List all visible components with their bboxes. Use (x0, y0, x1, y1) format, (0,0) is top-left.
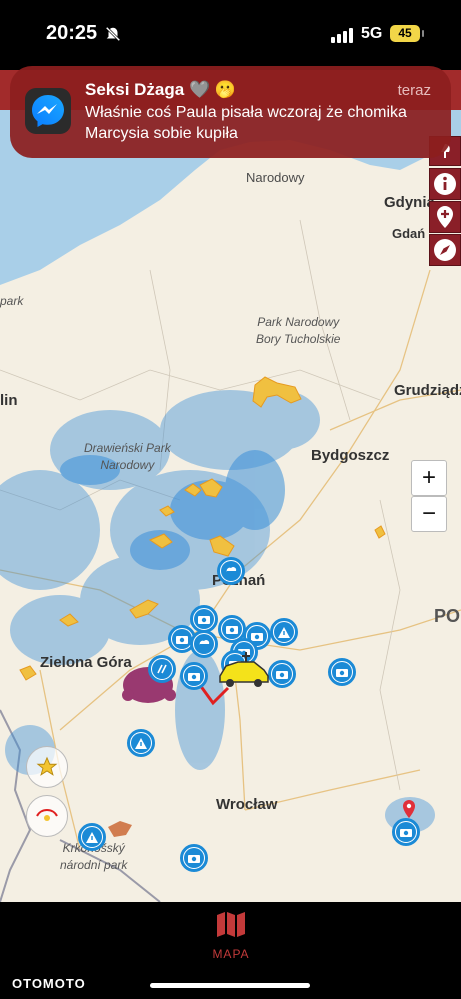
camera-marker[interactable] (328, 658, 356, 686)
add-location-button[interactable] (429, 201, 461, 233)
messenger-icon (25, 88, 71, 134)
camera-marker[interactable] (392, 818, 420, 846)
notification-time: teraz (397, 82, 431, 99)
city-zielona-gora: Zielona Góra (40, 654, 132, 671)
zoom-out-button[interactable]: − (411, 496, 447, 532)
bell-muted-icon (105, 26, 121, 42)
warning-marker[interactable] (127, 729, 155, 757)
camera-marker[interactable] (180, 662, 208, 690)
notification-banner[interactable]: Seksi Dżaga 🩶 🫢 Właśnie coś Paula pisała… (10, 66, 451, 158)
label-narodowy-top: Narodowy (246, 170, 305, 185)
warning-marker[interactable] (78, 823, 106, 851)
tab-map-label: MAPA (212, 947, 250, 961)
route-icon[interactable] (26, 795, 68, 837)
weather-marker[interactable] (217, 557, 245, 585)
camera-marker[interactable] (180, 844, 208, 872)
star-favorite-icon[interactable] (26, 746, 68, 788)
phone-screen: 20:25 5G 45 Narodowy Gdynia Gdań park Pa… (0, 0, 461, 999)
location-plus-icon (437, 206, 453, 228)
info-icon (434, 173, 456, 195)
weather-marker[interactable] (190, 630, 218, 658)
warning-marker[interactable] (270, 618, 298, 646)
camera-marker[interactable] (190, 605, 218, 633)
network-type: 5G (361, 25, 383, 42)
status-bar: 20:25 5G 45 (0, 0, 461, 70)
compass-button[interactable] (429, 234, 461, 266)
city-gdynia: Gdynia (384, 194, 435, 211)
watermark: OTOMOTO (12, 976, 86, 991)
car-position-icon[interactable] (216, 650, 272, 690)
cellular-signal-icon (331, 28, 353, 43)
country-label: PO (434, 606, 461, 626)
compass-icon (434, 239, 456, 261)
park-drawienski: Drawieński Park Narodowy (84, 441, 171, 472)
clock: 20:25 (46, 22, 98, 44)
battery-icon: 45 (390, 25, 424, 42)
label-park: park (0, 294, 24, 308)
city-gdansk: Gdań (392, 226, 426, 241)
city-wroclaw: Wrocław (216, 796, 278, 813)
home-indicator[interactable] (150, 983, 310, 988)
tab-map[interactable]: MAPA (200, 910, 262, 961)
notification-title: Seksi Dżaga 🩶 🫢 (85, 80, 236, 99)
weather-map[interactable]: Narodowy Gdynia Gdań park Park Narodowy B… (0, 70, 461, 902)
map-pin-icon[interactable] (402, 800, 416, 818)
info-button[interactable] (429, 168, 461, 200)
city-grudziadz: Grudziądz (394, 382, 461, 399)
speed-marker[interactable] (148, 655, 176, 683)
notification-body: Właśnie coś Paula pisała wczoraj że chom… (85, 104, 407, 142)
camera-marker[interactable] (268, 660, 296, 688)
park-bory-tucholskie: Park Narodowy Bory Tucholskie (256, 315, 341, 346)
city-lin: lin (0, 392, 18, 409)
map-icon (217, 912, 245, 937)
city-bydgoszcz: Bydgoszcz (311, 447, 390, 464)
zoom-in-button[interactable]: + (411, 460, 447, 496)
